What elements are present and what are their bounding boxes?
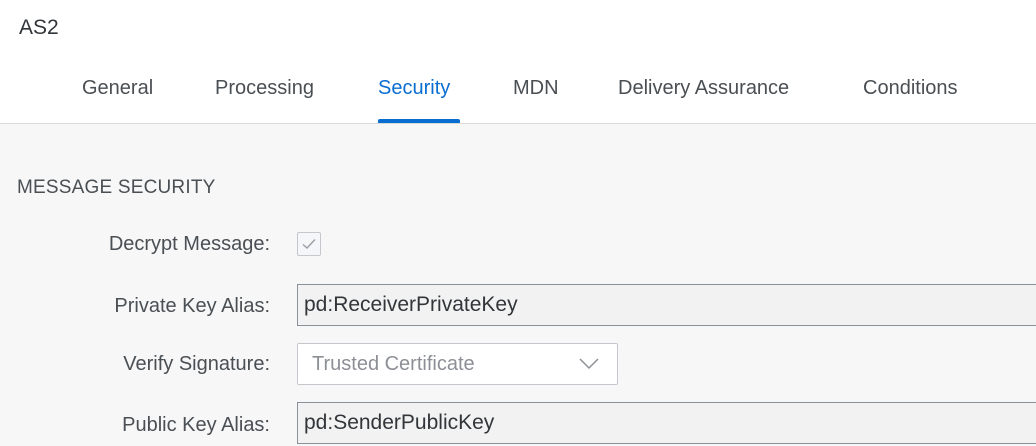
- tab-conditions[interactable]: Conditions: [863, 68, 958, 123]
- security-panel: MESSAGE SECURITY Decrypt Message: Privat…: [0, 125, 1036, 446]
- verify-signature-label: Verify Signature:: [123, 353, 270, 375]
- verify-signature-value: Trusted Certificate: [312, 353, 475, 375]
- public-key-alias-label: Public Key Alias:: [122, 414, 270, 436]
- app-title: AS2: [19, 16, 59, 39]
- tab-delivery-assurance[interactable]: Delivery Assurance: [618, 68, 789, 123]
- tab-bar: General Processing Security MDN Delivery…: [0, 68, 1036, 124]
- private-key-alias-label: Private Key Alias:: [114, 295, 270, 317]
- section-title-message-security: MESSAGE SECURITY: [17, 177, 216, 198]
- header: AS2 General Processing Security MDN Deli…: [0, 0, 1036, 124]
- private-key-alias-field[interactable]: pd:ReceiverPrivateKey: [297, 284, 1036, 326]
- tab-processing[interactable]: Processing: [215, 68, 314, 123]
- verify-signature-select[interactable]: Trusted Certificate: [297, 343, 618, 385]
- decrypt-message-label: Decrypt Message:: [108, 233, 270, 255]
- tab-security[interactable]: Security: [378, 68, 460, 123]
- tab-general[interactable]: General: [82, 68, 153, 123]
- decrypt-message-checkbox[interactable]: [297, 232, 321, 256]
- chevron-down-icon: [579, 358, 599, 370]
- check-icon: [302, 239, 316, 249]
- public-key-alias-field[interactable]: pd:SenderPublicKey: [297, 402, 1036, 444]
- tab-mdn[interactable]: MDN: [513, 68, 559, 123]
